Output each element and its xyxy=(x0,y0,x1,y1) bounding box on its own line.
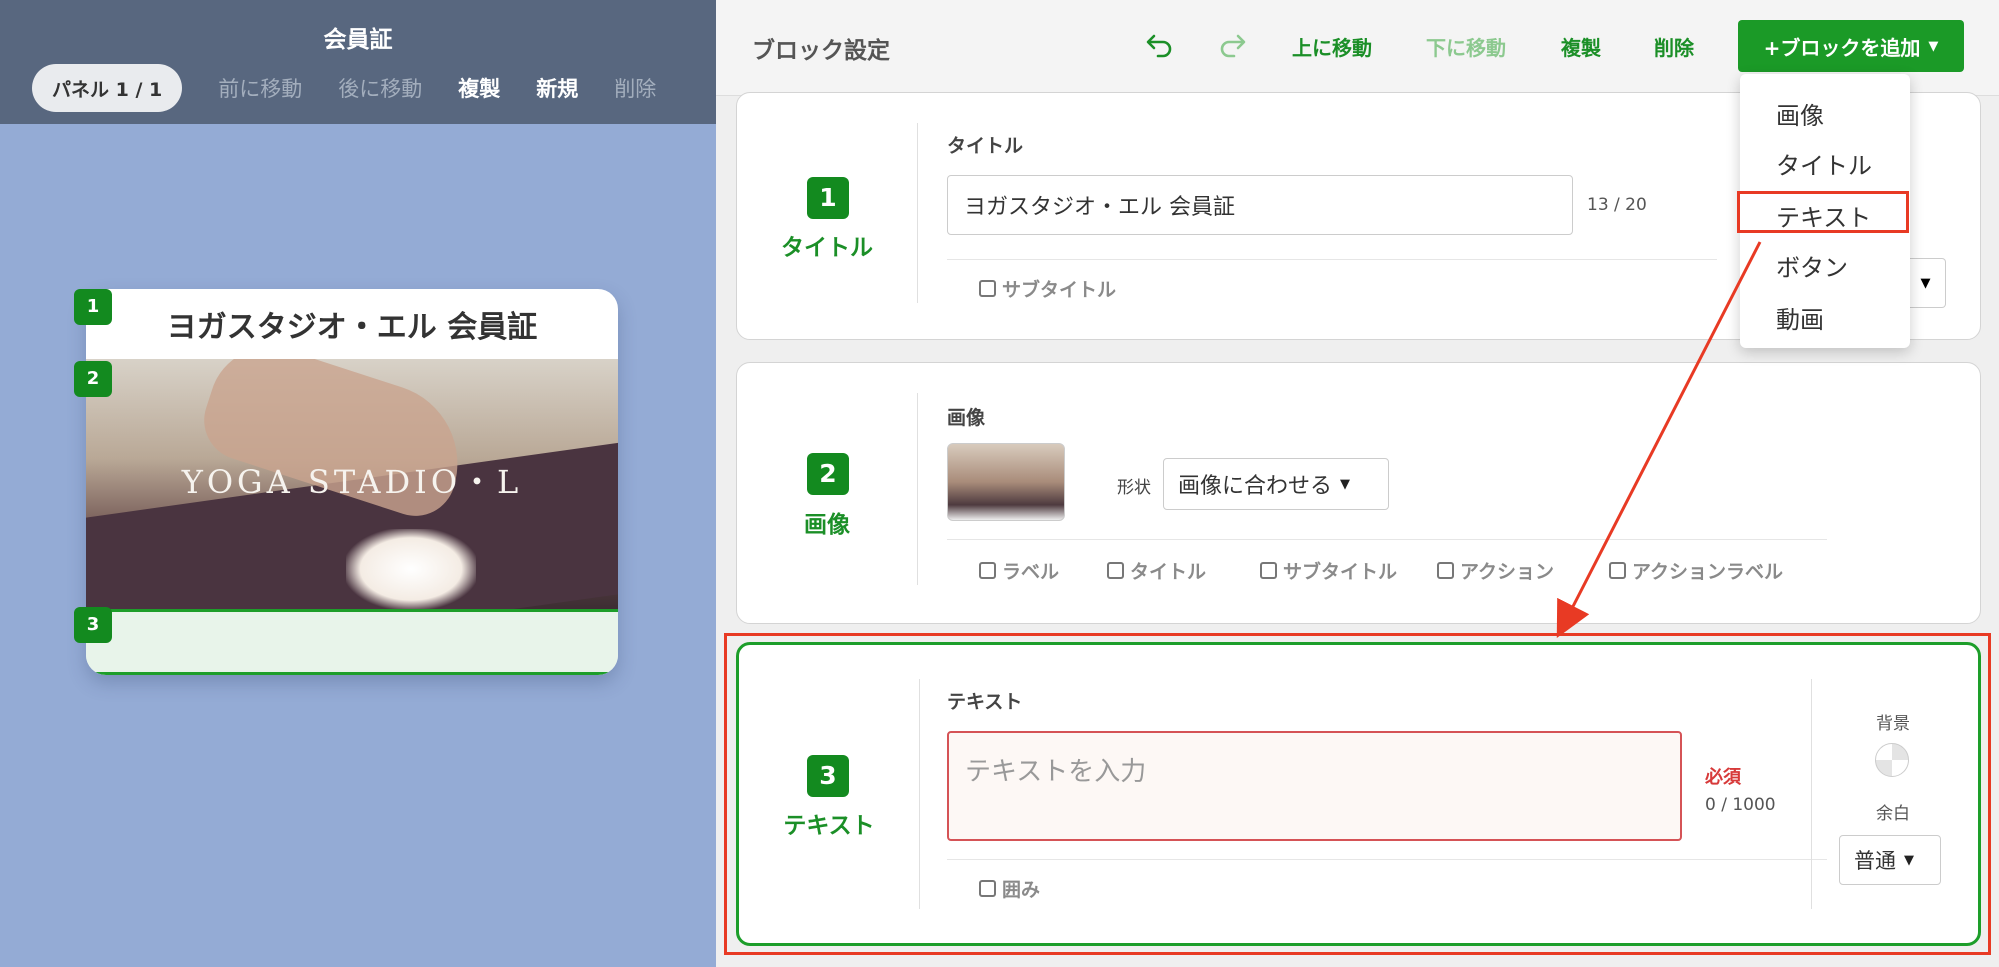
checkbox-box xyxy=(1260,562,1277,579)
preview-card: ヨガスタジオ・エル 会員証 YOGA STADIO・L xyxy=(86,289,618,675)
move-down-button[interactable]: 下に移動 xyxy=(1426,32,1506,61)
add-block-button[interactable]: +ブロックを追加 ▼ xyxy=(1738,20,1964,72)
undo-icon[interactable] xyxy=(1144,28,1176,68)
checkbox-box xyxy=(1437,562,1454,579)
subtitle-checkbox[interactable]: サブタイトル xyxy=(1260,557,1397,584)
block-image: 2 画像 画像 形状 画像に合わせる ▼ ラベル タイトル サブタイトル アクシ… xyxy=(736,362,1981,624)
action-label-checkbox[interactable]: アクションラベル xyxy=(1609,557,1783,584)
duplicate-panel-button[interactable]: 複製 xyxy=(458,73,500,103)
shape-select[interactable]: 画像に合わせる ▼ xyxy=(1163,458,1389,510)
card-title[interactable]: ヨガスタジオ・エル 会員証 xyxy=(86,289,618,359)
new-panel-button[interactable]: 新規 xyxy=(536,73,578,103)
redo-icon[interactable] xyxy=(1216,28,1248,68)
title-field-label: タイトル xyxy=(947,135,1024,157)
menu-item-highlight xyxy=(1737,191,1909,233)
title-checkbox[interactable]: タイトル xyxy=(1107,557,1206,584)
checkbox-box xyxy=(1107,562,1124,579)
checkbox-label: サブタイトル xyxy=(1283,561,1398,583)
checkbox-box xyxy=(1609,562,1626,579)
card-image-text: YOGA STADIO・L xyxy=(181,463,523,501)
action-checkbox[interactable]: アクション xyxy=(1437,557,1554,584)
block-divider xyxy=(917,123,918,303)
preview-title: 会員証 xyxy=(323,27,393,53)
block-number-1: 1 xyxy=(807,177,849,219)
panel-indicator[interactable]: パネル 1 / 1 xyxy=(32,64,183,112)
card-text-block[interactable] xyxy=(86,609,618,675)
editor-title: ブロック設定 xyxy=(752,38,890,64)
title-style-select[interactable]: ▼ xyxy=(1906,258,1946,308)
subtitle-checkbox[interactable]: サブタイトル xyxy=(979,275,1116,302)
delete-block-button[interactable]: 削除 xyxy=(1654,32,1694,61)
menu-item-button[interactable]: ボタン xyxy=(1776,248,1848,283)
checkbox-label: サブタイトル xyxy=(1002,279,1117,301)
card-block-badge-1: 1 xyxy=(74,289,112,325)
menu-item-image[interactable]: 画像 xyxy=(1776,96,1824,131)
field-divider xyxy=(947,259,1717,260)
delete-panel-button[interactable]: 削除 xyxy=(614,73,656,103)
preview-header: 会員証 パネル 1 / 1 前に移動 後に移動 複製 新規 削除 xyxy=(0,0,716,124)
image-candle-shape xyxy=(346,529,476,609)
text-block-highlight xyxy=(724,633,1991,955)
shape-label: 形状 xyxy=(1117,478,1151,498)
checkbox-label: アクションラベル xyxy=(1632,561,1784,583)
card-block-badge-2: 2 xyxy=(74,361,112,397)
move-up-button[interactable]: 上に移動 xyxy=(1292,32,1372,61)
block-type-label-1: タイトル xyxy=(781,235,873,261)
move-back-button[interactable]: 後に移動 xyxy=(338,73,422,103)
move-forward-button[interactable]: 前に移動 xyxy=(218,73,302,103)
duplicate-block-button[interactable]: 複製 xyxy=(1561,32,1601,61)
caret-down-icon: ▼ xyxy=(1340,476,1351,492)
checkbox-label: タイトル xyxy=(1130,561,1207,583)
card-image[interactable]: YOGA STADIO・L xyxy=(86,359,618,609)
label-checkbox[interactable]: ラベル xyxy=(979,557,1059,584)
checkbox-label: アクション xyxy=(1460,561,1555,583)
checkbox-label: ラベル xyxy=(1002,561,1060,583)
card-block-badge-3: 3 xyxy=(74,607,112,643)
title-input[interactable]: ヨガスタジオ・エル 会員証 xyxy=(947,175,1573,235)
block-type-label-2: 画像 xyxy=(804,512,850,538)
preview-panel: 会員証 パネル 1 / 1 前に移動 後に移動 複製 新規 削除 ヨガスタジオ・… xyxy=(0,0,716,967)
block-number-2: 2 xyxy=(807,453,849,495)
caret-down-icon: ▼ xyxy=(1928,38,1939,54)
menu-item-title[interactable]: タイトル xyxy=(1776,146,1872,181)
caret-down-icon: ▼ xyxy=(1920,276,1931,291)
checkbox-box xyxy=(979,280,996,297)
image-field-label: 画像 xyxy=(947,407,986,429)
field-divider xyxy=(947,539,1827,540)
add-block-label: +ブロックを追加 xyxy=(1763,35,1921,60)
checkbox-box xyxy=(979,562,996,579)
title-char-count: 13 / 20 xyxy=(1587,195,1647,215)
image-thumbnail[interactable] xyxy=(947,443,1065,521)
menu-item-video[interactable]: 動画 xyxy=(1776,300,1824,335)
block-divider xyxy=(917,393,918,585)
preview-nav: パネル 1 / 1 前に移動 後に移動 複製 新規 削除 xyxy=(32,64,656,112)
shape-select-value: 画像に合わせる xyxy=(1178,474,1333,499)
